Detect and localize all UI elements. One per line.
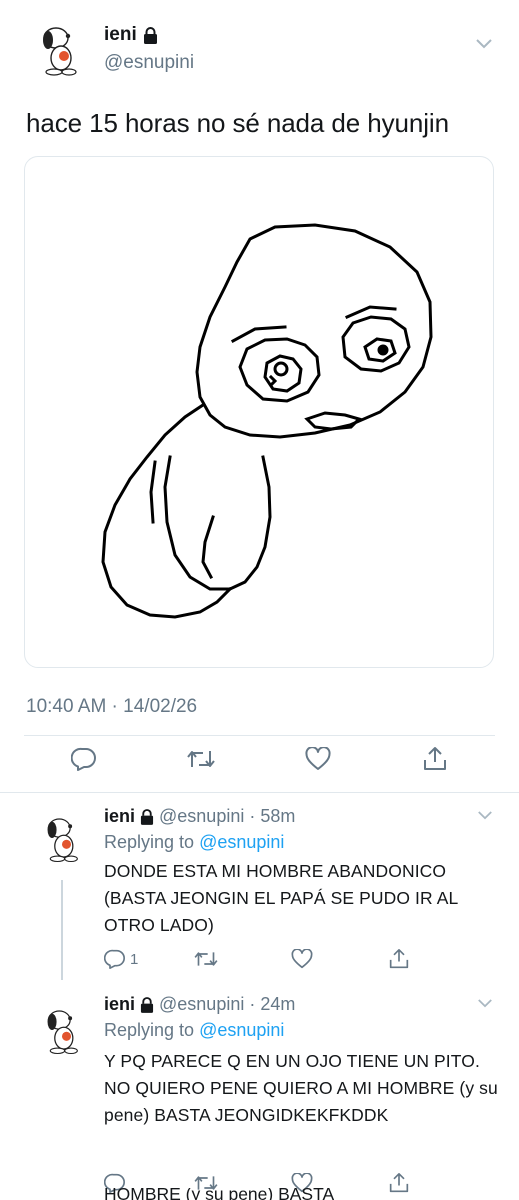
avatar[interactable] (34, 1002, 90, 1058)
retweet-icon (194, 952, 218, 966)
share-icon (389, 948, 409, 969)
like-icon (291, 949, 313, 969)
snoopy-avatar-icon (28, 18, 90, 80)
retweet-button[interactable] (186, 744, 216, 774)
avatar[interactable] (28, 18, 90, 80)
separator-dot: · (249, 806, 256, 826)
display-name-text: ieni (104, 24, 137, 45)
handle[interactable]: @esnupini (104, 52, 194, 74)
like-button[interactable] (303, 744, 333, 774)
tweet-text: hace 15 horas no sé nada de hyunjin (26, 108, 449, 138)
like-button[interactable] (291, 946, 313, 972)
reply-button[interactable]: 1 (104, 946, 138, 972)
snoopy-avatar-icon (34, 1002, 90, 1058)
reply-text: DONDE ESTA MI HOMBRE ABANDONICO (BASTA J… (104, 861, 458, 935)
display-name[interactable]: ieni (104, 24, 194, 46)
snoopy-avatar-icon (34, 810, 90, 866)
chevron-down-icon[interactable] (477, 810, 493, 821)
display-name[interactable]: ieni (104, 994, 135, 1015)
lock-icon (140, 808, 154, 825)
reply-tweet[interactable]: ieni @esnupini · 58m Replying to @esnupini… (0, 792, 519, 982)
chevron-down-icon[interactable] (475, 38, 493, 50)
handle[interactable]: @esnupini (159, 994, 244, 1015)
reply-actions: 1 (104, 946, 504, 972)
retweet-button[interactable] (194, 946, 218, 972)
replying-to-prefix: Replying to (104, 832, 195, 852)
reply-count: 1 (130, 950, 139, 968)
reply-header[interactable]: ieni @esnupini · 58m (104, 806, 295, 827)
reply-time[interactable]: 24m (260, 994, 295, 1015)
tweet-image[interactable] (24, 156, 494, 668)
replying-to-link[interactable]: @esnupini (199, 832, 284, 852)
reply-header[interactable]: ieni @esnupini · 24m (104, 994, 295, 1015)
sad-blob-drawing (101, 223, 433, 619)
replying-to-prefix: Replying to (104, 1020, 195, 1040)
cutoff-text: HOMBRE (y su pene) BASTA (104, 1188, 335, 1200)
share-button[interactable] (420, 744, 450, 774)
reply-icon (104, 949, 125, 969)
tweet-actions (0, 744, 519, 784)
replying-to-link[interactable]: @esnupini (199, 1020, 284, 1040)
share-icon (424, 747, 446, 770)
chevron-down-icon[interactable] (477, 998, 493, 1009)
thread-line (61, 880, 63, 980)
reply-button[interactable] (69, 744, 99, 774)
retweet-icon (187, 751, 215, 767)
lock-icon (143, 26, 157, 44)
lock-icon (140, 996, 154, 1013)
separator-dot: · (249, 994, 256, 1014)
share-icon (389, 1173, 409, 1193)
author-info[interactable]: ieni @esnupini (104, 24, 194, 74)
reply-time[interactable]: 58m (260, 806, 295, 827)
share-button[interactable] (389, 1170, 409, 1196)
reply-text: Y PQ PARECE Q EN UN OJO TIENE UN PITO. N… (104, 1051, 498, 1125)
display-name[interactable]: ieni (104, 806, 135, 827)
replying-to: Replying to @esnupini (104, 1020, 284, 1041)
reply-icon (71, 747, 96, 771)
handle[interactable]: @esnupini (159, 806, 244, 827)
divider (24, 735, 495, 736)
replying-to: Replying to @esnupini (104, 832, 284, 853)
avatar[interactable] (34, 810, 90, 866)
tweet-timestamp[interactable]: 10:40 AM · 14/02/26 (26, 696, 197, 718)
reply-tweet[interactable]: ieni @esnupini · 24m Replying to @esnupini… (0, 982, 519, 1200)
share-button[interactable] (389, 946, 409, 972)
like-icon (305, 747, 331, 770)
